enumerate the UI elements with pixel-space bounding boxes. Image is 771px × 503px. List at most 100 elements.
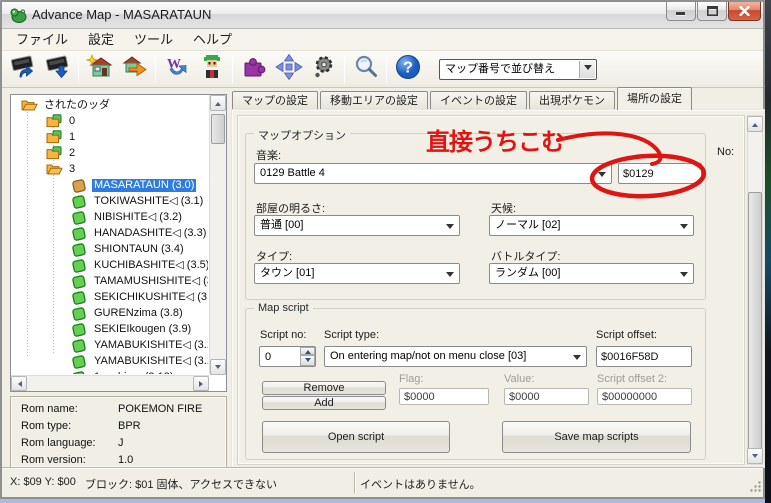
script-offset-input[interactable] (596, 346, 692, 367)
help-button[interactable]: ? (390, 53, 425, 85)
folder-icon (46, 114, 64, 128)
tree-item[interactable]: NIBISHITE◁ (3.2) (11, 209, 208, 225)
save-map-scripts-button[interactable]: Save map scripts (502, 421, 691, 453)
tree-item[interactable]: SHIONTAUN (3.4) (11, 241, 208, 257)
insert-map-button[interactable] (117, 53, 152, 85)
menu-item-2[interactable]: ツール (124, 30, 183, 50)
map-icon (71, 226, 89, 241)
toolbar-separator (155, 55, 156, 83)
tab-4[interactable]: 場所の設定 (617, 87, 692, 110)
minimize-button[interactable] (666, 2, 696, 21)
brightness-combobox[interactable]: 普通 [00] (254, 215, 460, 236)
map-type-combobox[interactable]: タウン [01] (254, 263, 460, 284)
menu-bar: ファイル設定ツールヘルプ (2, 29, 763, 51)
value-label: Value: (504, 373, 534, 385)
tree-item[interactable]: 3 (11, 161, 208, 177)
tree-item[interactable]: TAMAMUSHISHITE◁ (3.6) (11, 273, 208, 289)
scrollbar-thumb[interactable] (748, 192, 762, 450)
tree-item[interactable]: SEKIEIkougen (3.9) (11, 321, 208, 337)
script-offset2-input[interactable] (597, 388, 692, 405)
tree-item[interactable]: SEKICHIKUSHITE◁ (3.7) (11, 289, 208, 305)
chevron-down-icon (573, 355, 581, 364)
battle-type-combobox[interactable]: ランダム [00] (489, 263, 694, 284)
menu-item-3[interactable]: ヘルプ (183, 30, 242, 50)
scroll-up-button[interactable] (210, 95, 226, 111)
tree-item[interactable]: 1noshima (3.12) (11, 369, 208, 374)
add-script-button[interactable]: Add (262, 396, 386, 410)
spinner-up-button[interactable] (300, 347, 315, 355)
open-script-button[interactable]: Open script (262, 421, 450, 453)
scroll-up-button[interactable] (747, 116, 763, 132)
open-rom-icon (9, 54, 37, 85)
tab-3[interactable]: 出現ポケモン (529, 91, 615, 110)
tree-item[interactable]: HANADASHITE◁ (3.3) (11, 225, 208, 241)
insert-map-icon (121, 54, 149, 85)
tab-0[interactable]: マップの設定 (232, 91, 318, 110)
movement-permissions-button[interactable] (271, 53, 306, 85)
open-rom-button[interactable] (5, 53, 40, 85)
tree-item[interactable]: MASARATAUN (3.0) (11, 177, 208, 193)
open-script-label: Open script (328, 431, 384, 443)
tools-button[interactable] (306, 53, 341, 85)
tree-item[interactable]: YAMABUKISHITE◁ (3.10) (11, 337, 208, 353)
title-bar[interactable]: Advance Map - MASARATAUN (2, 2, 763, 29)
tree-item[interactable]: KUCHIBASHITE◁ (3.5) (11, 257, 208, 273)
save-rom-button[interactable] (40, 53, 75, 85)
tab-1[interactable]: 移動エリアの設定 (320, 91, 428, 110)
maximize-button[interactable] (697, 2, 727, 21)
map-type-label: タイプ: (256, 248, 292, 264)
script-type-combobox[interactable]: On entering map/not on menu close [03] (324, 346, 587, 367)
tree-item[interactable]: 2 (11, 145, 208, 161)
chevron-down-icon[interactable] (579, 61, 595, 78)
tree-item[interactable]: YAMABUKISHITE◁ (3.11) (11, 353, 208, 369)
resize-grip[interactable] (749, 480, 762, 496)
spinner-down-button[interactable] (300, 355, 315, 366)
block-editor-button[interactable] (236, 53, 271, 85)
scroll-down-button[interactable] (210, 359, 226, 375)
tree-item[interactable]: TOKIWASHITE◁ (3.1) (11, 193, 208, 209)
zoom-icon (352, 54, 380, 85)
music-combobox[interactable]: 0129 Battle 4 (254, 163, 612, 184)
remove-script-button[interactable]: Remove (262, 381, 386, 395)
tree-item-label: NIBISHITE◁ (3.2) (92, 211, 184, 224)
flag-label: Flag: (399, 373, 423, 385)
menu-item-1[interactable]: 設定 (78, 30, 124, 50)
tree-item-label: 1 (67, 131, 77, 144)
tab-2[interactable]: イベントの設定 (430, 91, 527, 110)
trainer-button[interactable] (194, 53, 229, 85)
weather-label: 天候: (491, 200, 516, 216)
toolbar-separator (78, 55, 79, 83)
scroll-down-button[interactable] (747, 448, 763, 464)
music-number-input[interactable] (618, 163, 702, 184)
map-icon (71, 242, 89, 257)
tree-item[interactable]: 0 (11, 113, 208, 129)
tree-item[interactable]: GURENzima (3.8) (11, 305, 208, 321)
export-map-button[interactable]: W (159, 53, 194, 85)
tree-item-label: TOKIWASHITE◁ (3.1) (92, 195, 205, 208)
tree-item-label: KUCHIBASHITE◁ (3.5) (92, 259, 208, 272)
close-button[interactable] (728, 2, 761, 21)
advance-map-window: Advance Map - MASARATAUN ファイル設定ツールヘルプ W?… (0, 0, 765, 499)
tree-item[interactable]: されたのッダ (11, 97, 208, 113)
tree-vertical-scrollbar[interactable] (209, 95, 226, 375)
weather-combobox[interactable]: ノーマル [02] (489, 215, 694, 236)
tree-item-label: SEKIEIkougen (3.9) (92, 323, 193, 336)
tree-horizontal-scrollbar[interactable] (11, 375, 209, 391)
value-input[interactable] (504, 388, 589, 405)
rom-info-value: J (118, 437, 124, 454)
menu-item-0[interactable]: ファイル (6, 30, 78, 50)
tree-item-label: 2 (67, 147, 77, 160)
new-map-button[interactable] (82, 53, 117, 85)
flag-input[interactable] (399, 388, 489, 405)
panel-vertical-scrollbar[interactable] (747, 115, 763, 465)
scroll-right-button[interactable] (193, 376, 209, 391)
tree-item[interactable]: 1 (11, 129, 208, 145)
sort-dropdown[interactable]: マップ番号で並び替え (439, 59, 597, 80)
trainer-icon (198, 54, 226, 85)
toolbar-buttons: W? (5, 53, 425, 85)
map-options-group-title: マップオプション (254, 127, 350, 143)
music-label: 音楽: (256, 147, 281, 163)
scrollbar-thumb[interactable] (211, 114, 225, 144)
scroll-left-button[interactable] (11, 376, 27, 391)
zoom-button[interactable] (348, 53, 383, 85)
